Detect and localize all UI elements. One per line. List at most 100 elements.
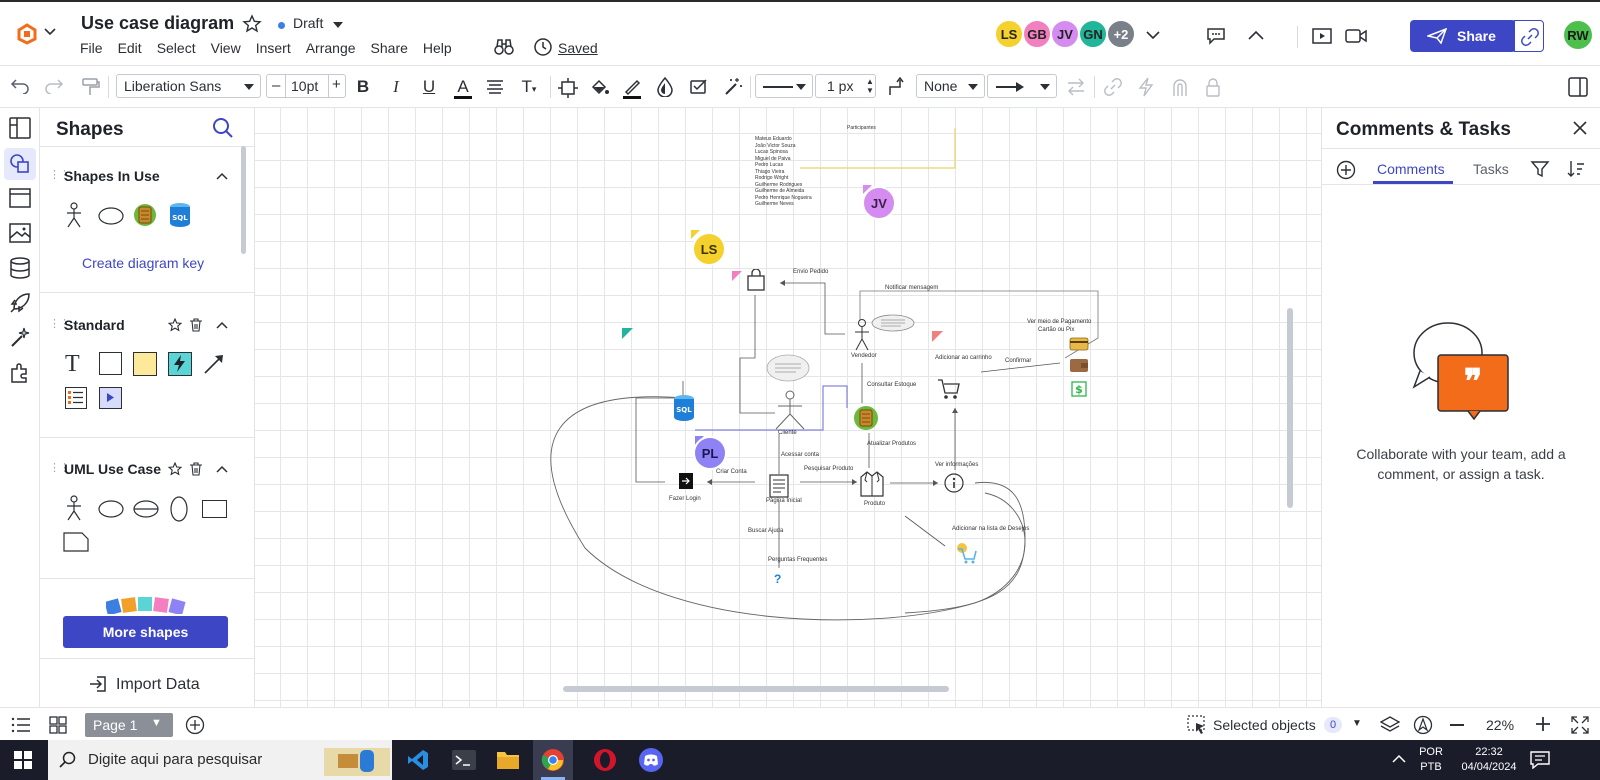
- selected-objects-chevron-icon[interactable]: ▼: [1352, 718, 1362, 729]
- discord-taskbar-icon[interactable]: [638, 748, 664, 772]
- menu-insert[interactable]: Insert: [256, 40, 291, 56]
- tab-comments[interactable]: Comments: [1377, 161, 1445, 177]
- close-icon[interactable]: [1572, 120, 1588, 136]
- ver-meio-pagamento-label[interactable]: Ver meio de Pagamento: [1027, 319, 1091, 325]
- participants-label[interactable]: Participantes: [847, 125, 876, 131]
- envio-pedido-label[interactable]: Envio Pedido: [793, 269, 828, 275]
- add-page-icon[interactable]: [185, 715, 205, 735]
- font-size-stepper[interactable]: – 10pt +: [266, 74, 346, 98]
- shopping-bag-icon[interactable]: [746, 269, 766, 291]
- favorite-star-icon[interactable]: [168, 318, 182, 332]
- collapse-section-icon[interactable]: [216, 321, 228, 329]
- buscar-ajuda-label[interactable]: Buscar Ajuda: [748, 528, 783, 534]
- collapse-header-icon[interactable]: [1248, 30, 1264, 40]
- navigate-icon[interactable]: [1413, 715, 1433, 735]
- filter-icon[interactable]: [1530, 159, 1550, 179]
- action-shape-icon[interactable]: [168, 352, 192, 376]
- cliente-speech-icon[interactable]: [766, 354, 810, 384]
- uml-extension-point-shape-icon[interactable]: [132, 499, 160, 519]
- credit-card-icon[interactable]: [1069, 337, 1089, 351]
- pages-icon[interactable]: [8, 116, 32, 140]
- rectangle-shape-icon[interactable]: [99, 352, 122, 375]
- menu-help[interactable]: Help: [423, 40, 452, 56]
- page-list-icon[interactable]: [11, 716, 31, 734]
- participants-list[interactable]: Mateus Eduardo João Victor Souza Lucas Sp…: [755, 136, 812, 208]
- page-tab[interactable]: Page 1 ▼: [85, 713, 173, 737]
- menu-file[interactable]: File: [80, 40, 103, 56]
- collaborator-avatar[interactable]: JV: [1050, 19, 1080, 49]
- decrease-font-size-button[interactable]: –: [272, 77, 280, 94]
- magnet-icon[interactable]: [1171, 77, 1189, 97]
- pagina-inicial-icon[interactable]: [769, 474, 789, 498]
- search-icon[interactable]: [211, 116, 235, 140]
- vendedor-actor-icon[interactable]: [853, 319, 871, 351]
- taskbar-search-input[interactable]: Digite aqui para pesquisar: [48, 740, 392, 780]
- clock[interactable]: 22:32 04/04/2024: [1455, 745, 1523, 775]
- import-data-button[interactable]: Import Data: [116, 676, 200, 694]
- document-title[interactable]: Use case diagram: [81, 13, 234, 34]
- zoom-level[interactable]: 22%: [1486, 717, 1514, 733]
- shapes-icon[interactable]: [8, 152, 32, 176]
- more-collaborators-badge[interactable]: +2: [1106, 19, 1136, 49]
- arrow-end-select[interactable]: [987, 74, 1057, 98]
- pagina-inicial-label[interactable]: Página Inicial: [766, 498, 802, 504]
- status-badge[interactable]: Draft: [293, 15, 323, 31]
- uml-system-shape-icon[interactable]: [170, 496, 188, 522]
- increase-font-size-button[interactable]: +: [332, 76, 341, 93]
- share-button[interactable]: Share: [1410, 20, 1516, 52]
- create-diagram-key-link[interactable]: Create diagram key: [82, 255, 204, 271]
- atualizar-produtos-label[interactable]: Atualizar Produtos: [867, 441, 916, 447]
- magic-wand-icon[interactable]: [723, 77, 743, 97]
- history-clock-icon[interactable]: [533, 37, 553, 57]
- uml-section-title[interactable]: UML Use Case: [64, 461, 161, 477]
- app-logo-icon[interactable]: [15, 22, 39, 46]
- vendedor-speech-icon[interactable]: [871, 314, 915, 332]
- line-width-select[interactable]: 1 px ▲ ▼: [815, 74, 876, 98]
- page-tab-chevron-icon[interactable]: ▼: [151, 717, 162, 729]
- ai-sparkle-icon[interactable]: [8, 326, 32, 350]
- uml-actor-shape-icon[interactable]: [66, 495, 82, 521]
- sticky-note-shape-icon[interactable]: [133, 352, 157, 376]
- terminal-taskbar-icon[interactable]: [452, 750, 476, 770]
- text-options-icon[interactable]: T▾: [517, 75, 541, 99]
- menu-share[interactable]: Share: [371, 40, 408, 56]
- language-indicator[interactable]: POR PTB: [1418, 745, 1444, 775]
- trash-icon[interactable]: [189, 318, 203, 332]
- opera-taskbar-icon[interactable]: [593, 748, 617, 772]
- tab-tasks[interactable]: Tasks: [1473, 161, 1509, 177]
- bold-icon[interactable]: B: [351, 75, 375, 99]
- trash-icon[interactable]: [189, 462, 203, 476]
- collaborator-avatar[interactable]: GB: [1022, 19, 1052, 49]
- shopping-cart-icon[interactable]: [937, 378, 961, 400]
- toggle-right-panel-icon[interactable]: [1568, 77, 1588, 97]
- product-image-icon[interactable]: [853, 405, 879, 431]
- chevron-down-icon[interactable]: [44, 28, 56, 36]
- notifications-icon[interactable]: [1530, 751, 1550, 769]
- redo-icon[interactable]: [44, 78, 64, 94]
- selection-icon[interactable]: [1187, 715, 1207, 735]
- menu-view[interactable]: View: [211, 40, 241, 56]
- acessar-conta-label[interactable]: Acessar conta: [781, 452, 819, 458]
- frame-icon[interactable]: [8, 186, 32, 210]
- canvas-vertical-scrollbar[interactable]: [1287, 308, 1293, 508]
- more-shapes-button[interactable]: More shapes: [63, 616, 228, 648]
- rocket-icon[interactable]: [8, 291, 32, 315]
- list-shape-icon[interactable]: [65, 387, 87, 409]
- arrow-start-select[interactable]: None: [916, 74, 985, 98]
- fazer-login-label[interactable]: Fazer Login: [669, 496, 701, 502]
- collapse-section-icon[interactable]: [216, 465, 228, 473]
- text-color-icon[interactable]: A: [451, 75, 475, 99]
- collapse-section-icon[interactable]: [216, 172, 228, 180]
- actor-shape-icon[interactable]: [66, 202, 82, 228]
- status-chevron-icon[interactable]: [333, 22, 343, 28]
- tray-chevron-icon[interactable]: [1392, 755, 1406, 763]
- canvas-horizontal-scrollbar[interactable]: [563, 686, 949, 692]
- saved-status[interactable]: Saved: [558, 40, 598, 56]
- sql-database-shape-icon[interactable]: SQL: [169, 202, 191, 228]
- binoculars-icon[interactable]: [494, 38, 514, 56]
- align-icon[interactable]: [486, 80, 504, 94]
- video-shape-icon[interactable]: [99, 387, 122, 409]
- cliente-actor-icon[interactable]: [773, 390, 807, 430]
- menu-arrange[interactable]: Arrange: [306, 40, 356, 56]
- confirmar-label[interactable]: Confirmar: [1005, 358, 1031, 364]
